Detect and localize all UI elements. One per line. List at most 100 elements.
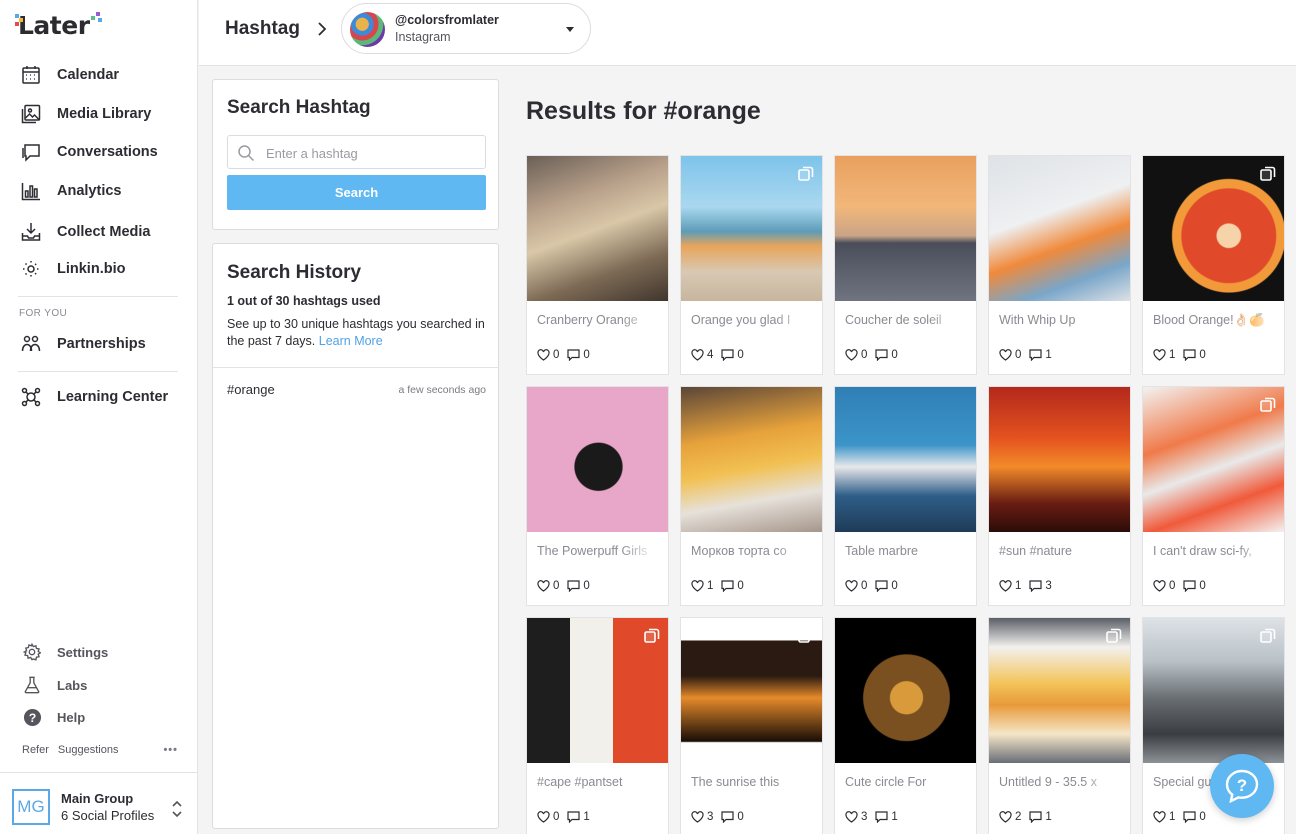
post-caption: I can't draw sci-fy, bbox=[1153, 544, 1252, 558]
more-options-icon[interactable]: ••• bbox=[163, 744, 178, 756]
heart-icon bbox=[845, 349, 858, 361]
post-thumbnail bbox=[989, 156, 1130, 301]
heart-icon bbox=[691, 580, 704, 592]
multiple-images-icon bbox=[1106, 628, 1122, 644]
refer-link[interactable]: Refer bbox=[22, 744, 49, 756]
post-caption: Морков торта со bbox=[691, 544, 787, 558]
sidebar-item-media-library[interactable]: Media Library bbox=[20, 102, 151, 126]
post-card[interactable]: #cape #pantset 0 1 bbox=[526, 617, 669, 834]
comments-count: 1 bbox=[1045, 349, 1052, 361]
history-entry[interactable]: #orange a few seconds ago bbox=[227, 382, 486, 397]
conversations-icon bbox=[20, 141, 42, 163]
suggestions-link[interactable]: Suggestions bbox=[58, 744, 119, 756]
likes-count: 0 bbox=[861, 349, 868, 361]
likes-count: 0 bbox=[553, 580, 560, 592]
comment-icon bbox=[567, 811, 581, 823]
collect-media-icon bbox=[20, 221, 42, 243]
flask-icon bbox=[22, 675, 42, 695]
comments-count: 0 bbox=[1199, 580, 1206, 592]
post-card[interactable]: Cute circle For 3 1 bbox=[834, 617, 977, 834]
post-stats: 40 bbox=[691, 349, 752, 361]
post-card[interactable]: I can't draw sci-fy, 0 0 bbox=[1142, 386, 1285, 606]
likes-count: 2 bbox=[1015, 811, 1022, 823]
post-stats: 00 bbox=[537, 349, 598, 361]
sidebar-item-partnerships[interactable]: Partnerships bbox=[20, 332, 146, 356]
hashtag-search-field bbox=[227, 135, 486, 169]
post-caption: #cape #pantset bbox=[537, 775, 623, 789]
post-card[interactable]: Морков торта со 1 0 bbox=[680, 386, 823, 606]
heart-icon bbox=[691, 811, 704, 823]
comment-icon bbox=[875, 349, 889, 361]
sidebar-item-linkin-bio[interactable]: Linkin.bio bbox=[20, 257, 125, 281]
refer-row: Refer Suggestions ••• bbox=[22, 744, 178, 756]
post-stats: 10 bbox=[1153, 349, 1214, 361]
comment-icon bbox=[721, 349, 735, 361]
hashtags-used-count: 1 out of 30 hashtags used bbox=[227, 294, 381, 308]
comment-icon bbox=[1183, 349, 1197, 361]
comment-icon bbox=[567, 580, 581, 592]
sidebar-item-help[interactable]: ? Help bbox=[22, 706, 85, 728]
comments-count: 0 bbox=[737, 580, 744, 592]
caret-down-icon bbox=[566, 27, 574, 32]
post-thumbnail bbox=[681, 387, 822, 532]
comments-count: 0 bbox=[891, 580, 898, 592]
partnerships-icon bbox=[20, 333, 42, 355]
search-button[interactable]: Search bbox=[227, 175, 486, 210]
account-handle: @colorsfromlater bbox=[395, 13, 499, 27]
post-stats: 30 bbox=[691, 811, 752, 823]
sidebar-item-calendar[interactable]: Calendar bbox=[20, 63, 119, 87]
logo-dots bbox=[15, 14, 27, 26]
post-card[interactable]: #sun #nature 1 3 bbox=[988, 386, 1131, 606]
heart-icon bbox=[1153, 349, 1166, 361]
top-header: Hashtag @colorsfromlater Instagram bbox=[199, 0, 1296, 66]
account-selector[interactable]: @colorsfromlater Instagram bbox=[341, 3, 591, 54]
likes-count: 1 bbox=[707, 580, 714, 592]
sidebar-item-settings[interactable]: Settings bbox=[22, 641, 108, 663]
sidebar-item-label: Conversations bbox=[57, 144, 158, 160]
sidebar-item-conversations[interactable]: Conversations bbox=[20, 140, 158, 164]
learn-more-link[interactable]: Learn More bbox=[319, 334, 383, 348]
help-icon: ? bbox=[22, 707, 42, 727]
heart-icon bbox=[999, 580, 1012, 592]
multiple-images-icon bbox=[1260, 628, 1276, 644]
post-card[interactable]: With Whip Up 0 1 bbox=[988, 155, 1131, 375]
post-card[interactable]: The Powerpuff Girls 0 0 bbox=[526, 386, 669, 606]
post-card[interactable]: Blood Orange!👌🏻🍊 1 0 bbox=[1142, 155, 1285, 375]
account-network: Instagram bbox=[395, 30, 451, 44]
group-switcher[interactable]: MG Main Group 6 Social Profiles bbox=[0, 772, 198, 834]
post-stats: 01 bbox=[537, 811, 598, 823]
sidebar-item-labs[interactable]: Labs bbox=[22, 674, 87, 696]
post-thumbnail bbox=[835, 156, 976, 301]
post-card[interactable]: The sunrise this 3 0 bbox=[680, 617, 823, 834]
post-caption: Untitled 9 - 35.5 x bbox=[999, 775, 1097, 789]
sidebar-item-analytics[interactable]: Analytics bbox=[20, 179, 121, 203]
multiple-images-icon bbox=[644, 628, 660, 644]
heart-icon bbox=[537, 349, 550, 361]
post-stats: 00 bbox=[845, 580, 906, 592]
likes-count: 1 bbox=[1015, 580, 1022, 592]
post-stats: 00 bbox=[1153, 580, 1214, 592]
help-chat-button[interactable]: ? bbox=[1210, 754, 1274, 818]
search-icon bbox=[238, 145, 255, 162]
post-card[interactable]: Cranberry Orange 0 0 bbox=[526, 155, 669, 375]
sidebar-item-learning-center[interactable]: Learning Center bbox=[20, 385, 168, 409]
sidebar-item-collect-media[interactable]: Collect Media bbox=[20, 220, 150, 244]
post-stats: 01 bbox=[999, 349, 1060, 361]
post-card[interactable]: Orange you glad I 40 bbox=[680, 155, 823, 375]
post-card[interactable]: Untitled 9 - 35.5 x 2 1 bbox=[988, 617, 1131, 834]
learning-center-icon bbox=[20, 386, 42, 408]
post-caption: Orange you glad I bbox=[691, 313, 791, 327]
comment-icon bbox=[567, 349, 581, 361]
comments-count: 1 bbox=[1045, 811, 1052, 823]
post-card[interactable]: Coucher de soleil 0 0 bbox=[834, 155, 977, 375]
hashtag-input[interactable] bbox=[266, 142, 476, 164]
calendar-icon bbox=[20, 64, 42, 86]
post-stats: 00 bbox=[537, 580, 598, 592]
later-logo[interactable]: Later bbox=[15, 8, 103, 42]
breadcrumb[interactable]: Hashtag bbox=[225, 18, 300, 40]
likes-count: 0 bbox=[553, 349, 560, 361]
sidebar-item-label: Help bbox=[57, 709, 86, 725]
post-caption: Cute circle For bbox=[845, 775, 927, 789]
post-card[interactable]: Table marbre 0 0 bbox=[834, 386, 977, 606]
likes-count: 0 bbox=[1169, 580, 1176, 592]
